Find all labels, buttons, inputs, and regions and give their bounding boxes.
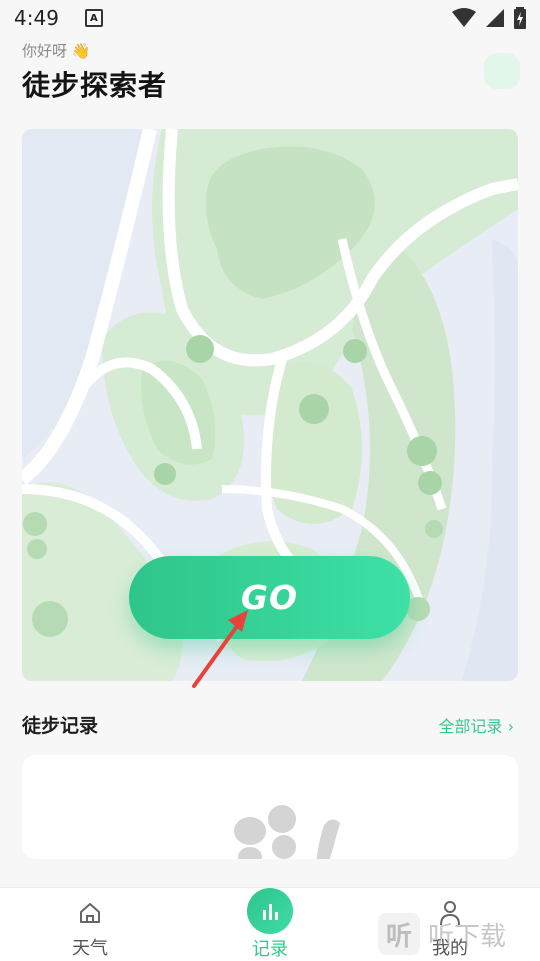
watermark: 听 听下载 [378,913,506,955]
records-section-title: 徒步记录 [22,715,99,737]
signal-icon [486,9,504,27]
wifi-icon [452,8,476,27]
all-records-label: 全部记录 › [438,717,515,736]
status-bar: 4:49 A [0,0,540,36]
watermark-logo: 听 [378,913,420,955]
home-icon [80,903,100,923]
watermark-text: 听下载 [428,921,507,952]
tab-weather-label: 天气 [72,938,108,959]
bar-chart-icon [263,904,278,920]
go-button[interactable]: GO [129,556,410,639]
footprint-icon [234,805,340,859]
a-icon: A [84,9,103,27]
avatar[interactable] [484,53,520,89]
page-title: 徒步探索者 [22,69,168,102]
records-card [22,755,518,859]
greeting-text: 你好呀 👋 [22,42,91,60]
all-records-link[interactable]: 全部记录 › [439,713,515,737]
records-tab-highlight[interactable] [247,888,293,934]
status-time: 4:49 [14,6,59,30]
battery-icon [514,7,526,29]
red-arrow-annotation [192,610,248,688]
tab-weather[interactable]: 天气 [30,888,150,961]
tab-records-label: 记录 [252,939,288,960]
